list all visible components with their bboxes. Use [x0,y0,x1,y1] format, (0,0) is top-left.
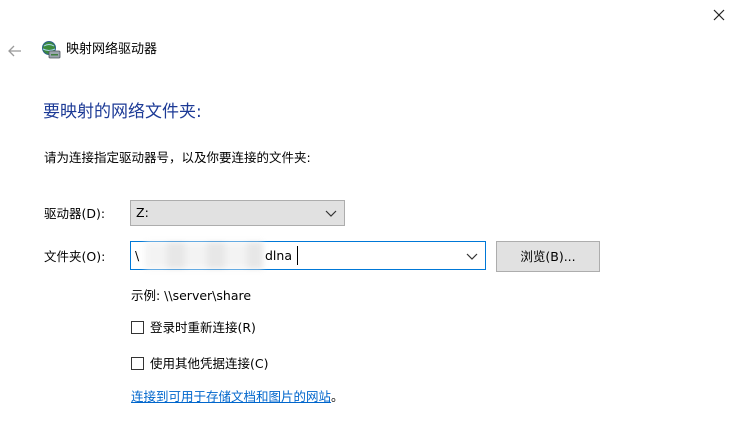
connect-to-website-link[interactable]: 连接到可用于存储文档和图片的网站 [131,389,331,404]
example-text: 示例: \\server\share [131,288,252,303]
chevron-down-icon [325,210,337,217]
back-button[interactable] [4,40,26,62]
drive-letter-select[interactable]: Z: [130,200,345,226]
other-credentials-checkbox[interactable] [131,357,144,370]
link-suffix: 。 [331,389,344,404]
back-arrow-icon [8,45,21,57]
folder-path-start: \ [135,248,140,263]
folder-label: 文件夹(O): [44,249,106,264]
reconnect-checkbox[interactable] [131,321,144,334]
close-button[interactable] [706,2,732,28]
instruction-text: 请为连接指定驱动器号，以及你要连接的文件夹: [44,150,311,165]
network-drive-icon [40,39,62,61]
other-credentials-label: 使用其他凭据连接(C) [150,356,269,371]
folder-combobox[interactable]: \ dlna [130,241,486,270]
chevron-down-icon[interactable] [465,249,479,263]
browse-button[interactable]: 浏览(B)... [496,241,600,272]
text-caret [297,246,298,265]
drive-label: 驱动器(D): [44,206,106,221]
reconnect-label: 登录时重新连接(R) [150,320,256,335]
website-link-line: 连接到可用于存储文档和图片的网站。 [131,388,344,406]
folder-path-end: dlna [265,248,292,263]
redacted-path-region [145,242,263,269]
map-network-drive-dialog: 映射网络驱动器 要映射的网络文件夹: 请为连接指定驱动器号，以及你要连接的文件夹… [0,0,732,436]
window-title: 映射网络驱动器 [66,42,158,57]
page-heading: 要映射的网络文件夹: [43,102,202,122]
drive-letter-value: Z: [136,205,149,220]
close-icon [713,9,725,21]
